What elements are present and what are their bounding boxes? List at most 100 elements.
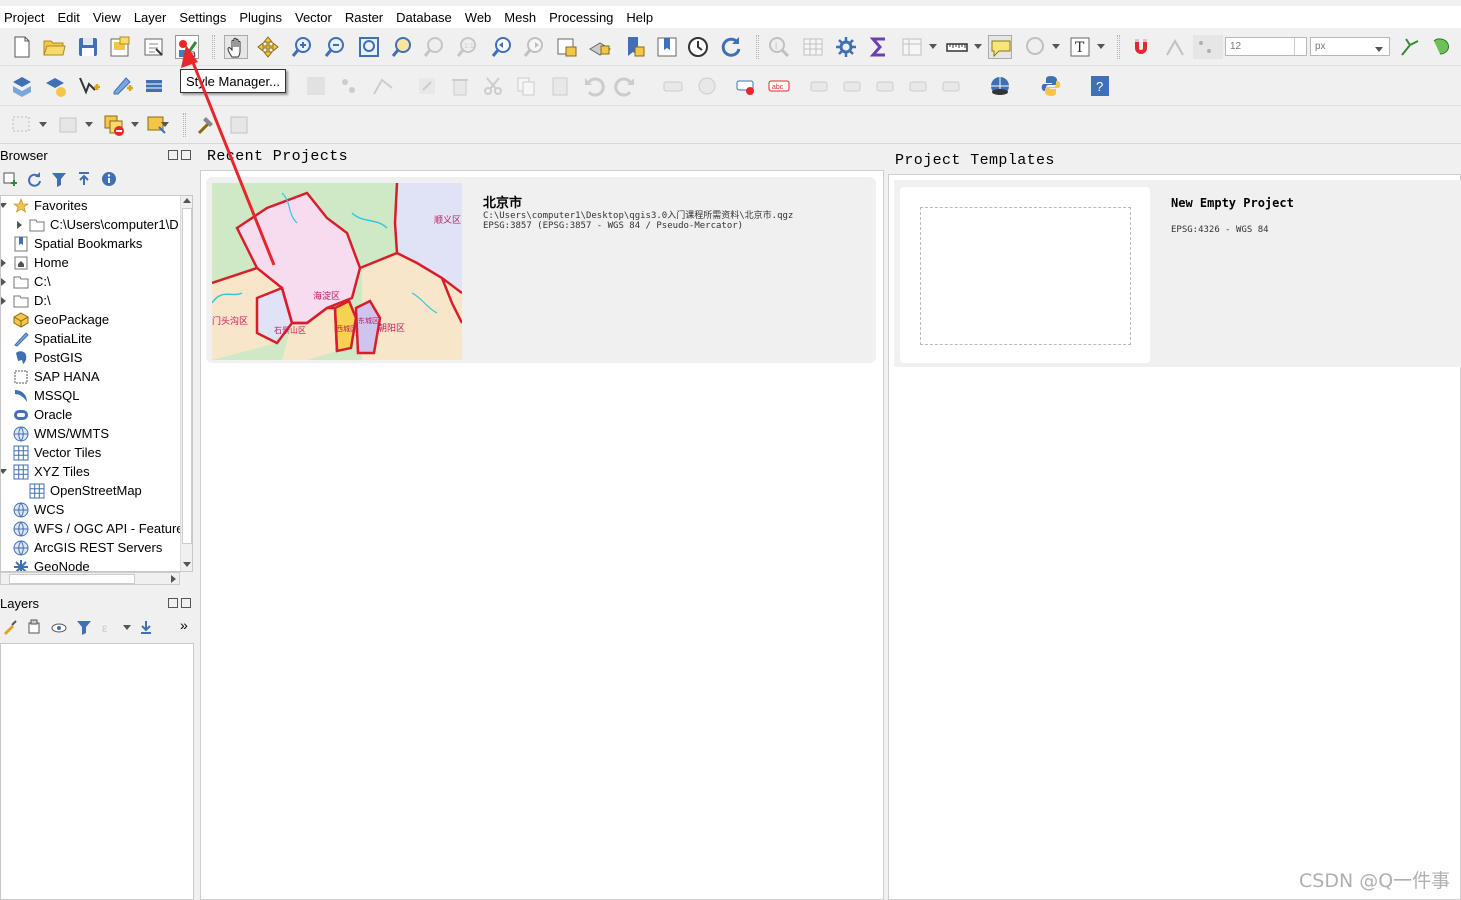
add-wms-button[interactable] [143, 74, 167, 98]
chevron-down-icon[interactable] [123, 625, 131, 630]
tree-item-wms-wmts[interactable]: WMS/WMTS [13, 424, 109, 443]
snapping-mode-button[interactable] [1163, 35, 1187, 59]
menu-database[interactable]: Database [396, 10, 452, 25]
show-hide-label-button[interactable] [841, 74, 865, 98]
identify-button[interactable]: i [767, 35, 791, 59]
expander-icon[interactable] [1, 297, 6, 305]
map-tips-button[interactable] [988, 34, 1012, 59]
menu-view[interactable]: View [93, 10, 121, 25]
expander-icon[interactable] [1, 203, 7, 208]
tolerance-unit-combo[interactable]: px [1310, 37, 1390, 56]
delete-button[interactable] [448, 74, 472, 98]
tree-item-drive-d[interactable]: D:\ [13, 291, 51, 310]
unpinned-label-button[interactable] [940, 74, 964, 98]
zoom-native-button[interactable]: 1:1 [455, 35, 479, 59]
menu-processing[interactable]: Processing [549, 10, 613, 25]
float-panel-icon[interactable] [168, 598, 178, 608]
paste-button[interactable] [548, 74, 572, 98]
edit-attributes-button[interactable] [415, 74, 439, 98]
close-panel-icon[interactable] [181, 150, 191, 160]
menu-raster[interactable]: Raster [345, 10, 383, 25]
layer-styling-icon[interactable] [2, 619, 18, 635]
add-delimited-text-button[interactable] [110, 74, 134, 98]
scroll-up-icon[interactable] [183, 198, 191, 203]
tree-item-sap-hana[interactable]: SAP HANA [13, 367, 100, 386]
menu-edit[interactable]: Edit [57, 10, 79, 25]
add-selected-icon[interactable] [2, 171, 18, 187]
visibility-eye-icon[interactable] [51, 619, 67, 635]
add-vector-layer-button[interactable] [77, 74, 101, 98]
tree-item-favorites[interactable]: Favorites [13, 196, 87, 215]
show-bookmarks-button[interactable] [655, 35, 679, 59]
tree-item-arcgis-rest[interactable]: ArcGIS REST Servers [13, 538, 162, 557]
zoom-layer-button[interactable] [422, 35, 446, 59]
data-source-manager-button[interactable] [10, 74, 34, 98]
zoom-last-button[interactable] [490, 35, 514, 59]
zoom-full-button[interactable] [357, 35, 381, 59]
add-point-button[interactable] [337, 74, 361, 98]
template-thumbnail[interactable] [900, 187, 1150, 363]
browser-horizontal-scrollbar[interactable] [0, 572, 180, 585]
filter-expression-icon[interactable]: ε [101, 619, 117, 635]
collapse-all-icon[interactable] [76, 171, 92, 187]
measure-button[interactable] [945, 35, 969, 59]
open-project-button[interactable] [42, 35, 66, 59]
chevron-down-icon[interactable] [85, 121, 93, 127]
change-label-button[interactable] [907, 74, 931, 98]
select-by-value-button[interactable] [56, 113, 80, 137]
tree-item-xyz-tiles[interactable]: XYZ Tiles [13, 462, 90, 481]
layer-diagram-button[interactable]: abc [767, 74, 791, 98]
project-map-thumbnail[interactable]: 顺义区 海淀区 门头沟区 石景山区 朝阳区 西城区 东城区 [212, 183, 462, 360]
snapping-tolerance-spinbox[interactable]: 12 [1225, 37, 1307, 56]
statistical-summary-button[interactable] [867, 35, 891, 59]
temporal-controller-button[interactable] [686, 35, 710, 59]
tree-item-spatial-bookmarks[interactable]: Spatial Bookmarks [13, 234, 142, 253]
tree-item-drive-c[interactable]: C:\ [13, 272, 51, 291]
tree-item-mssql[interactable]: MSSQL [13, 386, 80, 405]
cut-button[interactable] [481, 74, 505, 98]
deselect-features-button[interactable] [102, 113, 126, 137]
label-toolbar-button[interactable] [661, 74, 685, 98]
select-by-area-button[interactable] [10, 113, 34, 137]
more-chevron-icon[interactable]: » [180, 617, 188, 633]
new-3d-map-button[interactable] [588, 35, 612, 59]
expander-icon[interactable] [1, 259, 6, 267]
save-edits-button[interactable] [304, 74, 328, 98]
menu-web[interactable]: Web [465, 10, 492, 25]
tree-item-vector-tiles[interactable]: Vector Tiles [13, 443, 101, 462]
refresh-button[interactable] [719, 35, 743, 59]
scroll-down-icon[interactable] [183, 562, 191, 567]
browser-vertical-scrollbar[interactable] [180, 196, 192, 571]
snapping-type-button[interactable] [1193, 34, 1223, 59]
field-calculator-button[interactable] [900, 35, 924, 59]
move-label-button[interactable] [808, 74, 832, 98]
add-group-icon[interactable] [26, 619, 42, 635]
pan-map-button[interactable] [224, 34, 248, 59]
layout-manager-button[interactable] [142, 35, 166, 59]
tree-item-wcs[interactable]: WCS [13, 500, 64, 519]
expand-all-icon[interactable] [138, 619, 154, 635]
new-spatial-bookmark-button[interactable] [623, 35, 647, 59]
chevron-down-icon[interactable] [161, 121, 169, 127]
float-panel-icon[interactable] [168, 150, 178, 160]
tree-item-wfs[interactable]: WFS / OGC API - Feature [13, 519, 184, 538]
menu-layer[interactable]: Layer [134, 10, 167, 25]
chevron-down-icon[interactable] [1097, 43, 1105, 49]
filter-icon[interactable] [51, 171, 67, 187]
menu-settings[interactable]: Settings [179, 10, 226, 25]
refresh-icon[interactable] [26, 171, 42, 187]
measure-table-button[interactable] [227, 113, 251, 137]
select-features-button[interactable] [1024, 35, 1048, 59]
tree-item-oracle[interactable]: Oracle [13, 405, 72, 424]
new-map-view-button[interactable] [555, 35, 579, 59]
menu-plugins[interactable]: Plugins [239, 10, 282, 25]
copy-button[interactable] [514, 74, 538, 98]
expander-icon[interactable] [1, 278, 6, 286]
menu-project[interactable]: Project [4, 10, 44, 25]
rotate-label-button[interactable] [874, 74, 898, 98]
zoom-out-button[interactable] [323, 35, 347, 59]
zoom-in-button[interactable] [290, 35, 314, 59]
scroll-thumb[interactable] [9, 574, 135, 584]
tree-item-geonode[interactable]: GeoNode [13, 557, 90, 571]
style-manager-button[interactable]: a [175, 34, 199, 60]
